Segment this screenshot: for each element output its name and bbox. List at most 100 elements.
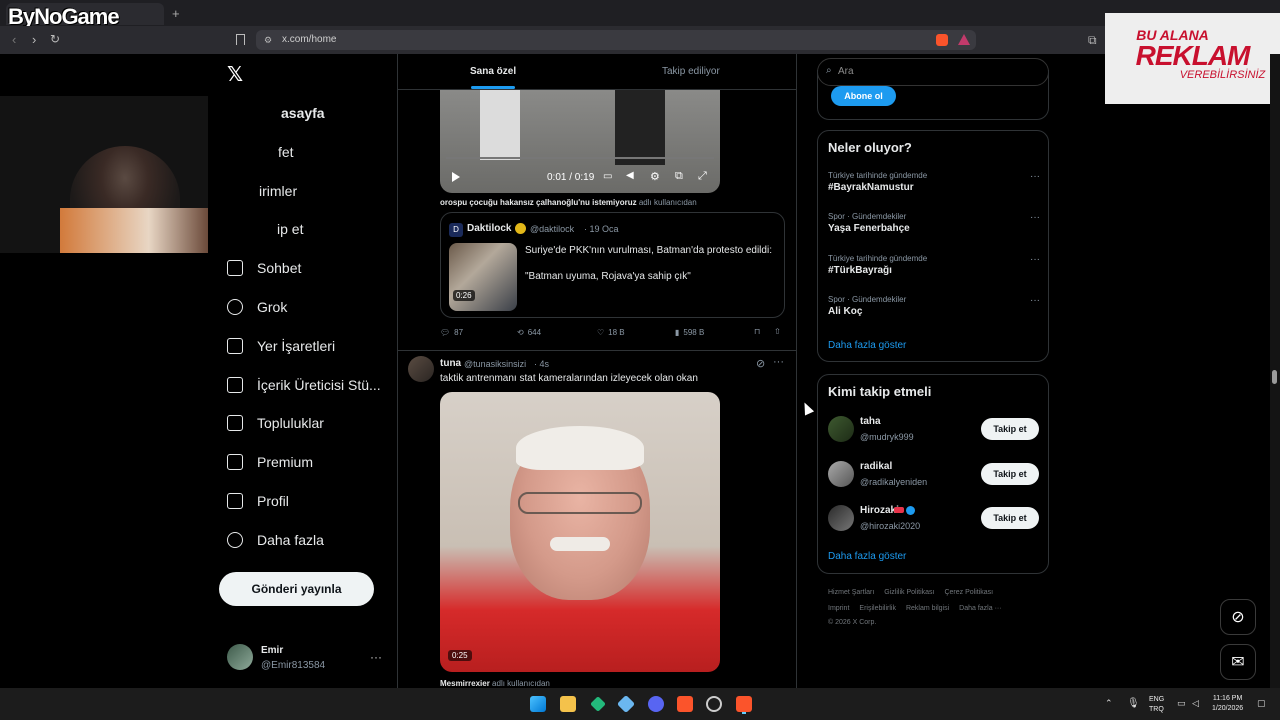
url-field[interactable]: x.com/home bbox=[256, 30, 976, 50]
reload-icon[interactable]: ↻ bbox=[50, 32, 60, 46]
trend-more-icon[interactable]: ··· bbox=[1030, 254, 1040, 265]
who-item[interactable]: taha @mudryk999 Takip et bbox=[817, 412, 1049, 457]
sidebar-item-label: Premium bbox=[257, 454, 314, 471]
follow-button[interactable]: Takip et bbox=[981, 418, 1039, 440]
tab-for-you[interactable]: Sana özel bbox=[470, 66, 516, 77]
scrollbar-thumb[interactable] bbox=[1272, 370, 1277, 384]
sidebar-item-11[interactable]: Daha fazla bbox=[227, 528, 392, 552]
post2-handle[interactable]: @tunasiksinsizi bbox=[464, 359, 526, 369]
video-glasses bbox=[518, 492, 642, 514]
trend-item[interactable]: Spor · Gündemdekiler Yaşa Fenerbahçe ··· bbox=[828, 212, 1040, 253]
sidebar-item-3[interactable]: ip et bbox=[227, 217, 392, 241]
reply-button[interactable]: 💬︎ 87 bbox=[440, 328, 463, 337]
notification-icon[interactable]: ▢ bbox=[1257, 698, 1266, 709]
clock[interactable]: 11:16 PM 1/20/2026 bbox=[1212, 694, 1243, 714]
brave-active-icon[interactable] bbox=[736, 696, 752, 712]
footer-link[interactable]: Hizmet Şartları bbox=[828, 589, 874, 596]
language-indicator[interactable]: ENG TRQ bbox=[1149, 695, 1164, 715]
sidebar-item-6[interactable]: Yer İşaretleri bbox=[227, 334, 392, 358]
footer-link[interactable]: Gizlilik Politikası bbox=[884, 589, 934, 596]
new-tab-icon[interactable]: + bbox=[172, 6, 180, 21]
volume-icon[interactable]: ◀ bbox=[626, 170, 634, 181]
follow-button[interactable]: Takip et bbox=[981, 462, 1039, 485]
forward-icon[interactable]: › bbox=[32, 32, 36, 47]
video-player[interactable]: 0:01 / 0:19 ▭ ◀ ⚙ ⧉ ⤢ bbox=[440, 90, 720, 193]
who-handle: @hirozaki2020 bbox=[860, 521, 921, 531]
account-switcher[interactable]: Emir @Emir813584 ··· bbox=[227, 644, 387, 672]
subscribe-button[interactable]: Abone ol bbox=[831, 86, 896, 106]
post2-author[interactable]: tuna bbox=[440, 358, 461, 369]
like-button[interactable]: ♡ 18 B bbox=[597, 328, 625, 337]
trend-item[interactable]: Türkiye tarihinde gündemde #TürkBayrağı ··… bbox=[828, 254, 1040, 295]
lang-line-2: TRQ bbox=[1149, 706, 1164, 713]
grok-fab[interactable]: ⊘ bbox=[1220, 599, 1256, 635]
repost-button[interactable]: ⟲ 644 bbox=[517, 328, 541, 337]
bookmark-button[interactable]: ⊓ bbox=[754, 327, 760, 336]
footer-link[interactable]: Çerez Politikası bbox=[944, 589, 993, 596]
play-icon[interactable] bbox=[452, 172, 460, 182]
views-button[interactable]: ▮ 598 B bbox=[675, 328, 704, 337]
post-more-icon[interactable]: ··· bbox=[773, 356, 784, 368]
sidebar-item-4[interactable]: Sohbet bbox=[227, 256, 392, 280]
tab-following[interactable]: Takip ediliyor bbox=[662, 66, 720, 77]
quoted-post[interactable]: D Daktilock @daktilock · 19 Oca 0:26 Sur… bbox=[440, 212, 785, 318]
footer-link[interactable]: Imprint bbox=[828, 605, 849, 612]
post-button[interactable]: Gönderi yayınla bbox=[219, 572, 374, 606]
quote-video-thumb[interactable]: 0:26 bbox=[449, 243, 517, 311]
sidebar-item-5[interactable]: Grok bbox=[227, 295, 392, 319]
pip-icon[interactable]: ⧉ bbox=[675, 170, 683, 183]
x-logo-icon[interactable]: 𝕏 bbox=[227, 62, 243, 87]
site-info-icon[interactable]: ⚙ bbox=[264, 35, 272, 46]
footer-link[interactable]: Erişilebilirlik bbox=[859, 605, 896, 612]
sidebar-item-2[interactable]: irimler bbox=[227, 179, 392, 203]
network-icon[interactable]: ▭ bbox=[1177, 698, 1186, 709]
grok-icon[interactable]: ⊘ bbox=[756, 357, 765, 370]
tray-chevron-icon[interactable]: ⌃ bbox=[1105, 698, 1113, 709]
sidebar-item-1[interactable]: fet bbox=[227, 140, 392, 164]
file-explorer-icon[interactable] bbox=[560, 696, 576, 712]
brave-rewards-icon[interactable] bbox=[958, 34, 970, 45]
post2-duration: 0:25 bbox=[448, 650, 472, 661]
quote-text-2: "Batman uyuma, Rojava'ya sahip çık" bbox=[525, 271, 691, 282]
who-item[interactable]: Hirozaki @hirozaki2020 Takip et bbox=[817, 501, 1049, 546]
back-icon[interactable]: ‹ bbox=[12, 32, 16, 47]
sidebar-item-9[interactable]: Premium bbox=[227, 450, 392, 474]
trend-item[interactable]: Türkiye tarihinde gündemde #BayrakNamustu… bbox=[828, 171, 1040, 212]
trend-more-icon[interactable]: ··· bbox=[1030, 212, 1040, 223]
who-item[interactable]: radikal @radikalyeniden Takip et bbox=[817, 457, 1049, 502]
captions-icon[interactable]: ▭ bbox=[603, 171, 612, 182]
video-progress-bar[interactable] bbox=[446, 157, 714, 159]
tuna-avatar[interactable] bbox=[408, 356, 434, 382]
post3-header: Mesmirrexier adlı kullanıcıdan bbox=[440, 679, 550, 688]
speaker-icon[interactable]: ◁ bbox=[1192, 698, 1199, 709]
discord-icon[interactable] bbox=[648, 696, 664, 712]
trend-more-icon[interactable]: ··· bbox=[1030, 295, 1040, 306]
messages-fab[interactable]: ✉ bbox=[1220, 644, 1256, 680]
sidebar-item-0[interactable]: asayfa bbox=[227, 101, 392, 125]
sidebar-item-10[interactable]: Profil bbox=[227, 489, 392, 513]
windows-start-icon[interactable] bbox=[530, 696, 546, 712]
account-more-icon[interactable]: ··· bbox=[370, 650, 382, 664]
fullscreen-icon[interactable]: ⤢ bbox=[698, 170, 707, 183]
app-icon-3[interactable] bbox=[706, 696, 722, 712]
ad-line3: VEREBİLİRSİNİZ bbox=[1179, 69, 1266, 81]
who-show-more[interactable]: Daha fazla göster bbox=[828, 551, 906, 562]
heart-icon: ♡ bbox=[597, 328, 605, 337]
footer-link[interactable]: Daha fazla ··· bbox=[959, 605, 1001, 612]
trends-show-more[interactable]: Daha fazla göster bbox=[828, 340, 906, 351]
trend-name: #BayrakNamustur bbox=[828, 182, 914, 193]
brave-icon[interactable] bbox=[677, 696, 693, 712]
sidebar-item-8[interactable]: Topluluklar bbox=[227, 411, 392, 435]
mic-icon[interactable]: 🎙︎ bbox=[1127, 698, 1140, 709]
trend-more-icon[interactable]: ··· bbox=[1030, 171, 1040, 182]
sidebar-item-label: Daha fazla bbox=[257, 531, 324, 548]
settings-icon[interactable]: ⚙ bbox=[650, 170, 660, 183]
post2-video[interactable]: 0:25 bbox=[440, 392, 720, 672]
follow-button[interactable]: Takip et bbox=[981, 507, 1039, 529]
sidebar-item-7[interactable]: İçerik Üreticisi Stü... bbox=[227, 373, 392, 397]
footer-link[interactable]: Reklam bilgisi bbox=[906, 605, 949, 612]
bookmark-page-icon[interactable] bbox=[236, 34, 245, 45]
trend-item[interactable]: Spor · Gündemdekiler Ali Koç ··· bbox=[828, 295, 1040, 336]
brave-shield-icon[interactable] bbox=[936, 34, 948, 46]
share-button[interactable]: ⇧ bbox=[774, 327, 781, 336]
